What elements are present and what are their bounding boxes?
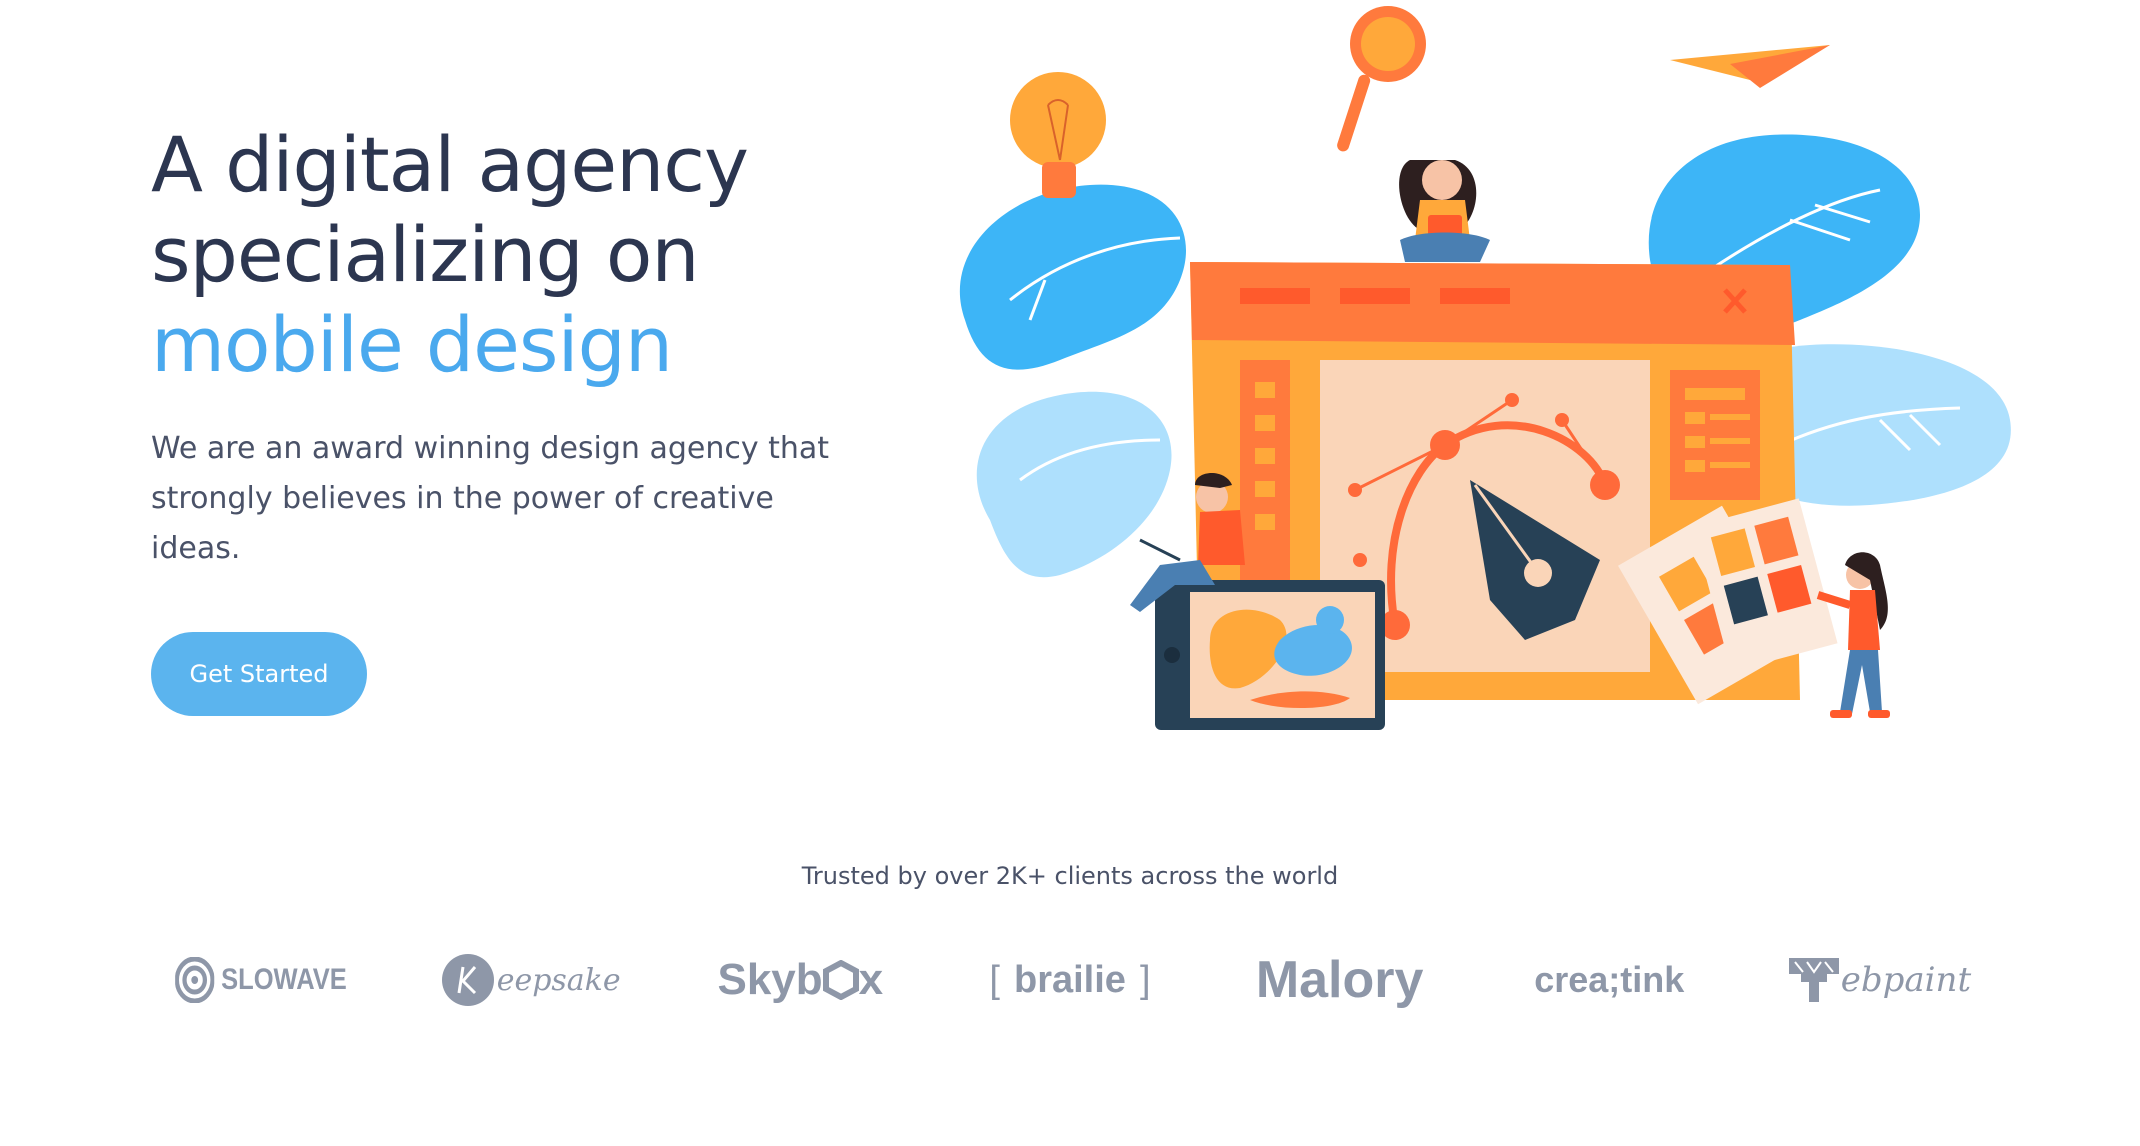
paper-plane-icon [1670,45,1830,88]
logo-brailie: [ brailie ] [960,940,1180,1020]
magnifier-icon [1337,6,1426,152]
logo-skybox: Skyb x [690,940,910,1020]
k-circle-icon [441,953,495,1007]
headline-line-2: specializing on [151,210,700,299]
logo-malory: Malory [1230,940,1450,1020]
logo-slowave: SLOWAVE [168,940,355,1020]
logo-creatink: crea;tink [1499,940,1719,1020]
logo-skybox-text: Skyb [717,955,823,1004]
logo-creatink-text: crea;tink [1534,959,1685,1000]
tablet-illustration [1155,580,1385,730]
hero-section: A digital agency specializing on mobile … [0,0,2140,780]
paint-roller-icon [1787,954,1841,1006]
light-blue-leaf-blob-left [976,391,1172,578]
logo-webpaint-text: ebpaint [1840,960,1972,1000]
trusted-by-text: Trusted by over 2K+ clients across the w… [801,862,1339,890]
hero-text-block: A digital agency specializing on mobile … [151,120,931,716]
lead-line-2: strongly believes in the power of creati… [151,481,774,566]
logo-slowave-text: SLOWAVE [221,963,347,996]
get-started-button[interactable]: Get Started [151,632,367,716]
right-bracket-icon: ] [1139,958,1151,1001]
lightbulb-icon [1010,72,1106,198]
client-logos-row: SLOWAVE eepsake Skyb x [ brailie ] Malor… [151,940,1989,1020]
target-circle-icon [175,957,215,1003]
logo-malory-text: Malory [1255,951,1424,1009]
hero-lead-text: We are an award winning design agency th… [151,424,871,574]
headline-line-1: A digital agency [151,120,749,209]
lead-line-1: We are an award winning design agency th… [151,431,830,466]
blue-leaf-blob-left [959,184,1186,370]
headline-accent: mobile design [151,300,673,389]
logo-brailie-text: brailie [1013,958,1126,1001]
logo-keepsake: eepsake [421,940,641,1020]
logo-skybox-suffix: x [858,955,884,1004]
hero-illustration [959,6,2011,730]
person-on-window-illustration [1399,160,1490,262]
hero-headline: A digital agency specializing on mobile … [151,120,931,390]
logo-keepsake-text: eepsake [496,962,621,998]
left-bracket-icon: [ [989,958,1000,1001]
hexagon-icon [822,960,859,1000]
logo-webpaint: ebpaint [1769,940,1989,1020]
